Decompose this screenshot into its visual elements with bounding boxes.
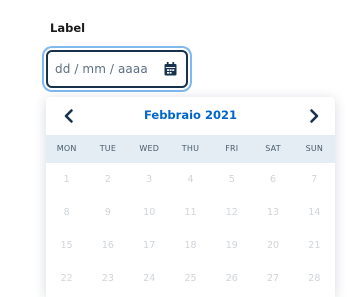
day-cell[interactable]: 24 <box>129 262 170 295</box>
day-cell[interactable]: 28 <box>294 262 335 295</box>
day-cell[interactable]: 1 <box>46 163 87 196</box>
day-cell[interactable]: 5 <box>211 163 252 196</box>
weekday-sat: SAT <box>265 144 281 153</box>
day-cell[interactable]: 23 <box>87 262 128 295</box>
datepicker-page: Label dd / mm / aaaa Febbraio 2021 MON T… <box>0 0 361 297</box>
calendar-header: Febbraio 2021 <box>46 97 335 135</box>
day-cell[interactable]: 13 <box>252 196 293 229</box>
week-row: 22 23 24 25 26 27 28 <box>46 262 335 295</box>
day-cell[interactable]: 27 <box>252 262 293 295</box>
day-cell[interactable]: 10 <box>129 196 170 229</box>
day-cell[interactable]: 19 <box>211 229 252 262</box>
field-label: Label <box>50 21 86 35</box>
day-cell[interactable]: 16 <box>87 229 128 262</box>
day-cell[interactable]: 22 <box>46 262 87 295</box>
day-cell[interactable]: 17 <box>129 229 170 262</box>
week-row: 1 2 3 4 5 6 7 <box>46 163 335 196</box>
weekday-fri: FRI <box>225 144 239 153</box>
day-cell[interactable]: 2 <box>87 163 128 196</box>
chevron-right-icon[interactable] <box>305 107 323 125</box>
week-row: 8 9 10 11 12 13 14 <box>46 196 335 229</box>
day-cell[interactable]: 12 <box>211 196 252 229</box>
calendar-icon[interactable] <box>164 62 177 76</box>
day-cell[interactable]: 11 <box>170 196 211 229</box>
day-cell[interactable]: 26 <box>211 262 252 295</box>
day-cell[interactable]: 21 <box>294 229 335 262</box>
date-input-placeholder: dd / mm / aaaa <box>55 62 148 76</box>
day-cell[interactable]: 7 <box>294 163 335 196</box>
day-cell[interactable]: 4 <box>170 163 211 196</box>
day-grid: 1 2 3 4 5 6 7 8 9 10 11 12 13 14 15 16 1… <box>46 163 335 295</box>
day-cell[interactable]: 9 <box>87 196 128 229</box>
weekday-header: MON TUE WED THU FRI SAT SUN <box>46 135 335 163</box>
week-row: 15 16 17 18 19 20 21 <box>46 229 335 262</box>
calendar-popup: Febbraio 2021 MON TUE WED THU FRI SAT SU… <box>46 97 335 297</box>
day-cell[interactable]: 15 <box>46 229 87 262</box>
weekday-sun: SUN <box>305 144 324 153</box>
weekday-wed: WED <box>139 144 160 153</box>
day-cell[interactable]: 25 <box>170 262 211 295</box>
day-cell[interactable]: 20 <box>252 229 293 262</box>
date-input[interactable]: dd / mm / aaaa <box>46 50 188 88</box>
weekday-tue: TUE <box>99 144 117 153</box>
day-cell[interactable]: 14 <box>294 196 335 229</box>
weekday-mon: MON <box>56 144 77 153</box>
weekday-thu: THU <box>181 144 200 153</box>
day-cell[interactable]: 18 <box>170 229 211 262</box>
day-cell[interactable]: 8 <box>46 196 87 229</box>
month-title: Febbraio 2021 <box>144 108 237 122</box>
day-cell[interactable]: 3 <box>129 163 170 196</box>
day-cell[interactable]: 6 <box>252 163 293 196</box>
